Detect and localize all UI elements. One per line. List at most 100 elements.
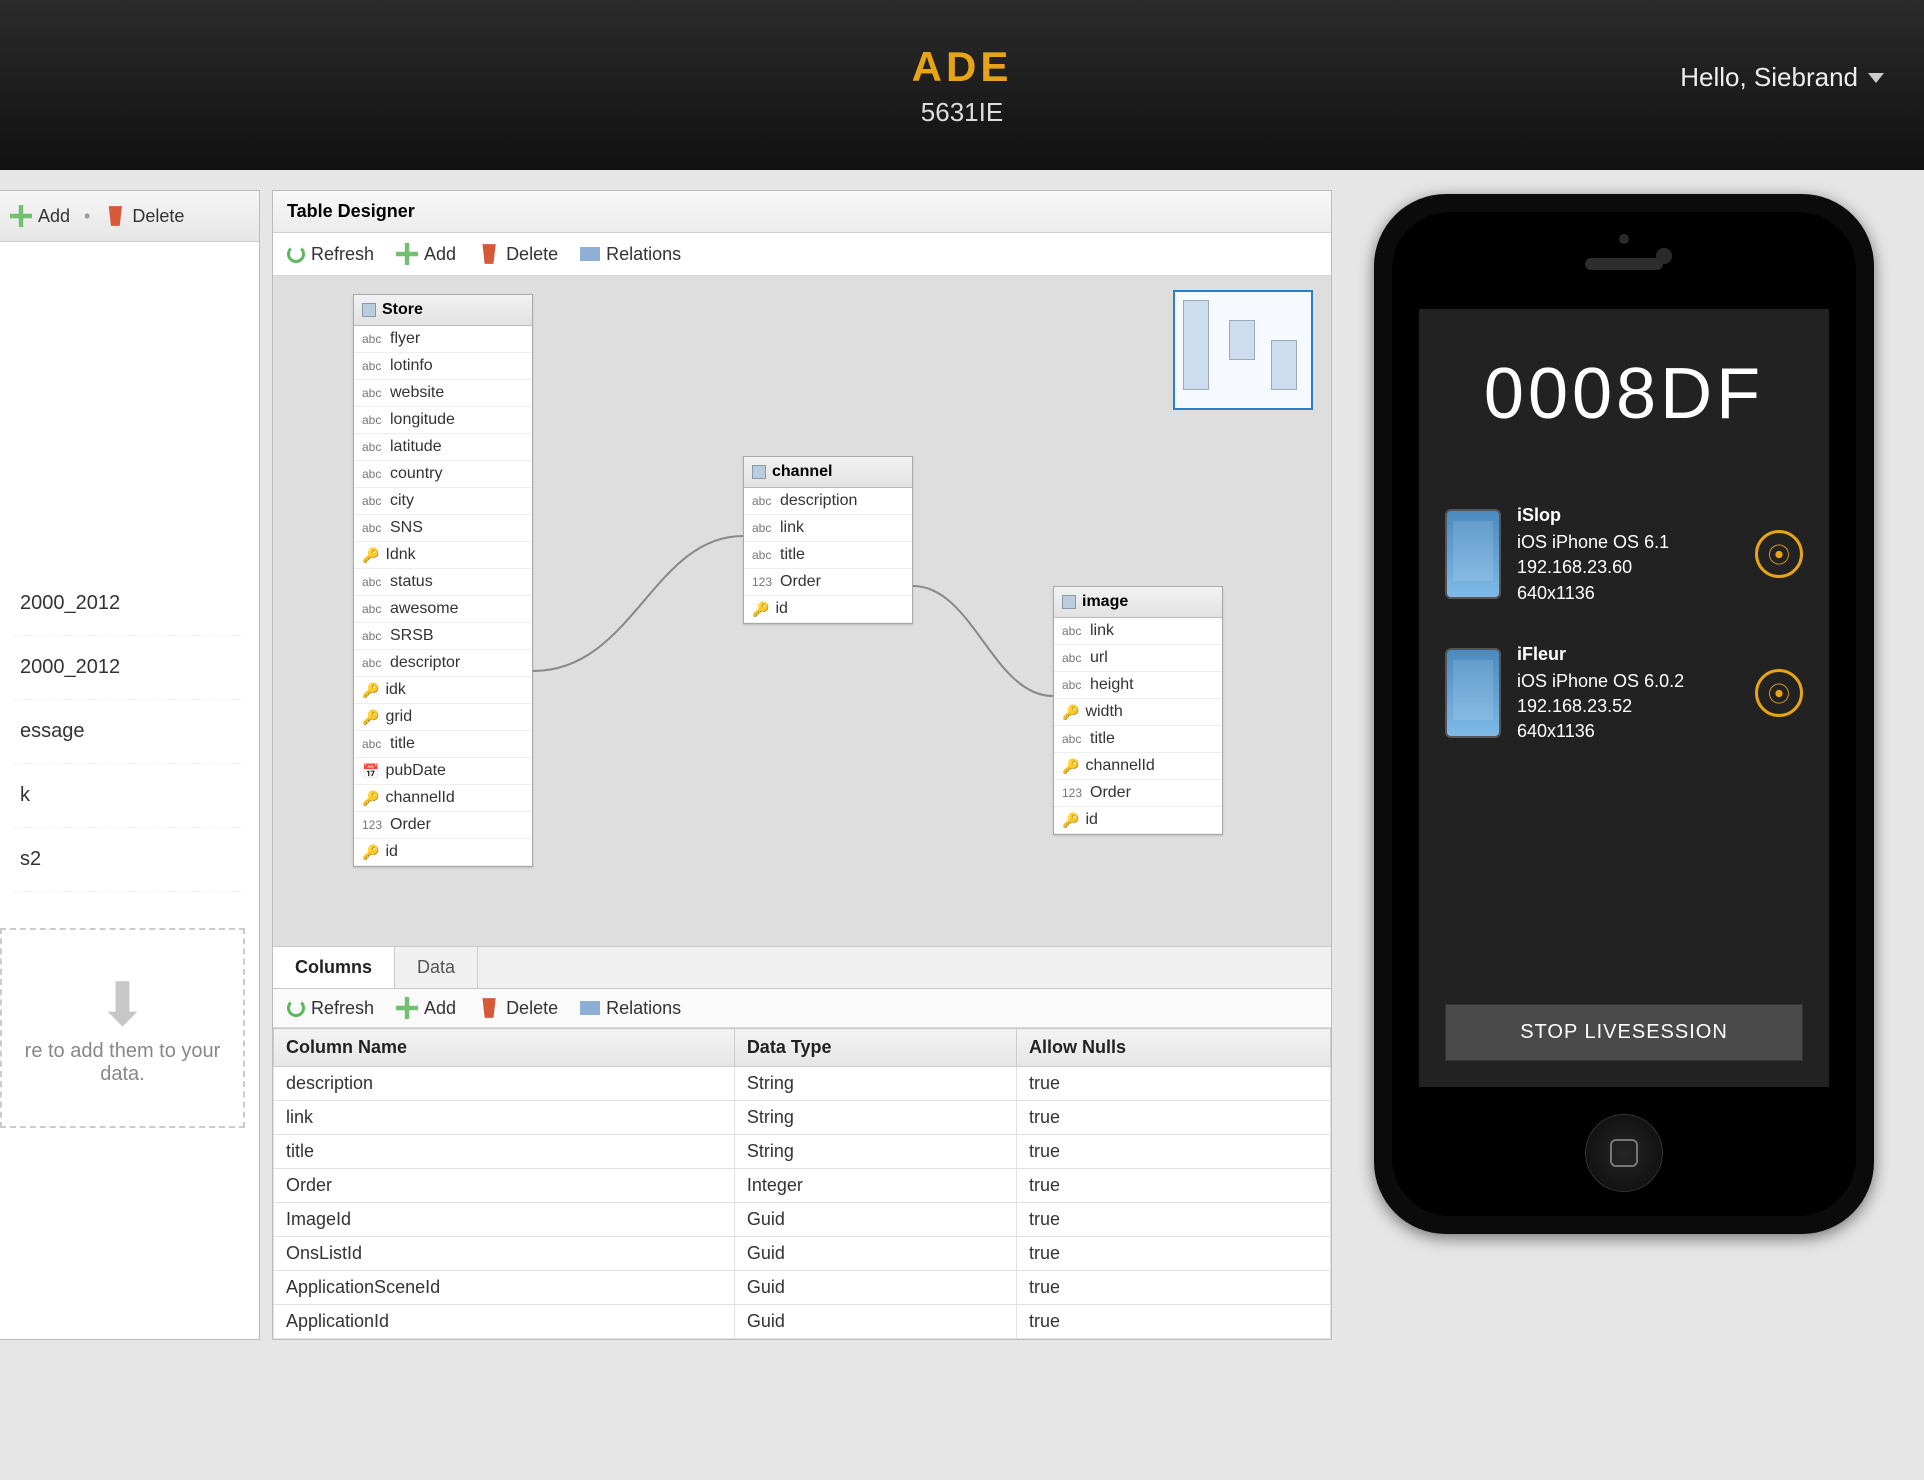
entity-field[interactable]: abclongitude [354,407,532,434]
delete-icon [104,205,126,227]
grid-refresh-button[interactable]: Refresh [287,998,374,1019]
list-item[interactable]: s2 [14,828,245,892]
entity-field[interactable]: abcflyer [354,326,532,353]
table-cell: OnsListId [274,1237,735,1271]
left-add-button[interactable]: Add [10,205,70,227]
relations-icon [580,247,600,261]
grid-refresh-label: Refresh [311,998,374,1019]
delete-button[interactable]: Delete [478,243,558,265]
table-cell: true [1017,1203,1331,1237]
list-item[interactable]: essage [14,700,245,764]
stop-livesession-button[interactable]: STOP LIVESESSION [1445,1004,1803,1061]
tab-columns[interactable]: Columns [273,947,395,988]
entity-channel[interactable]: channel abcdescriptionabclinkabctitle123… [743,456,913,624]
entity-field[interactable]: 🔑id [1054,807,1222,834]
table-cell: title [274,1135,735,1169]
session-code: 0008DF [1419,309,1829,435]
table-cell: true [1017,1101,1331,1135]
table-row[interactable]: ImageIdGuidtrue [274,1203,1331,1237]
device-item[interactable]: iSlop iOS iPhone OS 6.1 192.168.23.60 64… [1419,485,1829,624]
entity-field[interactable]: abcSNS [354,515,532,542]
refresh-button[interactable]: Refresh [287,244,374,265]
entity-store[interactable]: Store abcflyerabclotinfoabcwebsiteabclon… [353,294,533,867]
entity-field[interactable]: abcwebsite [354,380,532,407]
entity-field[interactable]: abcSRSB [354,623,532,650]
left-delete-button[interactable]: Delete [104,205,184,227]
entity-field[interactable]: abcurl [1054,645,1222,672]
drop-zone-hint: re to add them to your data. [22,1040,223,1086]
list-item[interactable]: 2000_2012 [14,572,245,636]
entity-field[interactable]: 🔑idk [354,677,532,704]
entity-field[interactable]: abclatitude [354,434,532,461]
grid-relations-button[interactable]: Relations [580,998,681,1019]
device-item[interactable]: iFleur iOS iPhone OS 6.0.2 192.168.23.52… [1419,624,1829,763]
delete-icon [478,243,500,265]
lock-badge-icon[interactable]: ⦿ [1755,530,1803,578]
entity-field[interactable]: 🔑Idnk [354,542,532,569]
lock-badge-icon[interactable]: ⦿ [1755,669,1803,717]
table-row[interactable]: OrderIntegertrue [274,1169,1331,1203]
entity-field[interactable]: abcawesome [354,596,532,623]
left-toolbar: Add • Delete [0,191,259,242]
grid-delete-button[interactable]: Delete [478,997,558,1019]
arrow-down-icon: ⬇ [22,970,223,1040]
grid-header[interactable]: Column Name [274,1029,735,1067]
entity-field[interactable]: abctitle [354,731,532,758]
table-row[interactable]: descriptionStringtrue [274,1067,1331,1101]
table-row[interactable]: ApplicationSceneIdGuidtrue [274,1271,1331,1305]
entity-field[interactable]: abcheight [1054,672,1222,699]
tab-data[interactable]: Data [395,947,478,988]
relations-button[interactable]: Relations [580,244,681,265]
entity-field[interactable]: abccity [354,488,532,515]
entity-field[interactable]: 🔑id [354,839,532,866]
entity-image[interactable]: image abclinkabcurlabcheight🔑widthabctit… [1053,586,1223,835]
entity-field[interactable]: abcdescription [744,488,912,515]
grid-header[interactable]: Data Type [734,1029,1016,1067]
user-menu[interactable]: Hello, Siebrand [1680,62,1884,93]
entity-field[interactable]: 📅pubDate [354,758,532,785]
app-header: ADE 5631IE Hello, Siebrand [0,0,1924,170]
drop-zone[interactable]: ⬇ re to add them to your data. [0,928,245,1128]
entity-field[interactable]: abclink [744,515,912,542]
entity-field[interactable]: 🔑id [744,596,912,623]
entity-field[interactable]: 🔑channelId [354,785,532,812]
grid-header[interactable]: Allow Nulls [1017,1029,1331,1067]
table-cell: Guid [734,1271,1016,1305]
table-cell: true [1017,1271,1331,1305]
entity-field[interactable]: abccountry [354,461,532,488]
entity-field[interactable]: abcstatus [354,569,532,596]
grid-add-button[interactable]: Add [396,997,456,1019]
app-subtitle: 5631IE [912,97,1013,128]
entity-title: channel [772,463,832,481]
table-cell: String [734,1135,1016,1169]
entity-fields: abcflyerabclotinfoabcwebsiteabclongitude… [354,326,532,866]
phone-screen: 0008DF iSlop iOS iPhone OS 6.1 192.168.2… [1418,308,1830,1088]
entity-field[interactable]: 🔑grid [354,704,532,731]
entity-title: Store [382,301,423,319]
entity-field[interactable]: abclotinfo [354,353,532,380]
entity-field[interactable]: abcdescriptor [354,650,532,677]
entity-field[interactable]: 123Order [354,812,532,839]
entity-field[interactable]: 123Order [1054,780,1222,807]
table-row[interactable]: titleStringtrue [274,1135,1331,1169]
columns-grid: Column Name Data Type Allow Nulls descri… [273,1028,1331,1339]
device-os: iOS iPhone OS 6.0.2 [1517,669,1739,694]
entity-field[interactable]: abctitle [1054,726,1222,753]
minimap[interactable] [1173,290,1313,410]
entity-canvas[interactable]: Store abcflyerabclotinfoabcwebsiteabclon… [273,276,1331,946]
entity-field[interactable]: 🔑channelId [1054,753,1222,780]
chevron-down-icon [1868,73,1884,83]
entity-field[interactable]: abclink [1054,618,1222,645]
list-item[interactable]: k [14,764,245,828]
entity-field[interactable]: abctitle [744,542,912,569]
entity-field[interactable]: 🔑width [1054,699,1222,726]
table-row[interactable]: linkStringtrue [274,1101,1331,1135]
list-item[interactable]: 2000_2012 [14,636,245,700]
table-row[interactable]: OnsListIdGuidtrue [274,1237,1331,1271]
refresh-icon [287,245,305,263]
entity-field[interactable]: 123Order [744,569,912,596]
add-button[interactable]: Add [396,243,456,265]
table-row[interactable]: ApplicationIdGuidtrue [274,1305,1331,1339]
device-name: iSlop [1517,503,1739,528]
home-button[interactable] [1585,1114,1663,1192]
